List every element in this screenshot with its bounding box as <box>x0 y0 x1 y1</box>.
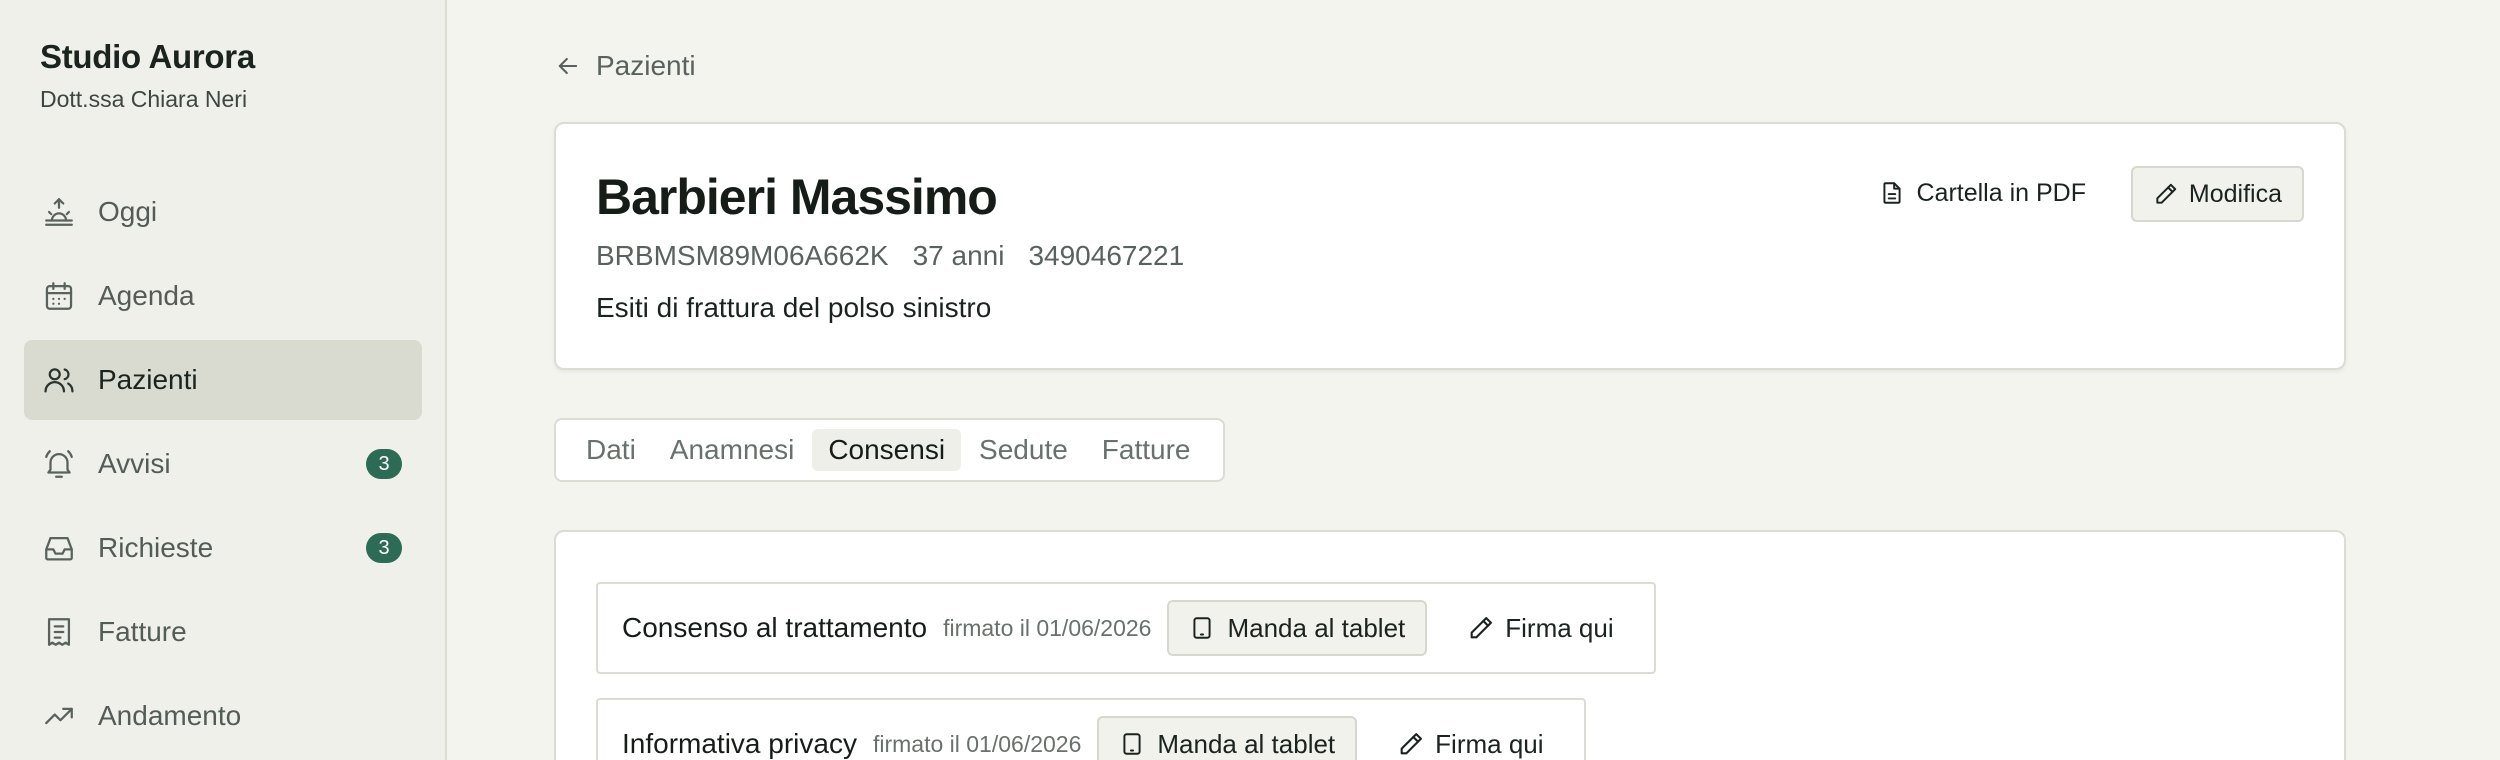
receipt-icon <box>42 615 76 649</box>
pencil-icon <box>1397 730 1425 758</box>
send-to-tablet-button[interactable]: Manda al tablet <box>1097 716 1358 760</box>
tablet-icon <box>1119 731 1145 757</box>
consent-row: Consenso al trattamento firmato il 01/06… <box>596 582 1656 674</box>
sidebar-item-label: Fatture <box>98 616 187 647</box>
sidebar-item-richieste[interactable]: Richieste 3 <box>24 508 422 588</box>
notification-badge: 3 <box>366 449 402 479</box>
sidebar-item-label: Richieste <box>98 532 214 563</box>
sidebar-nav: Oggi Agenda Pazienti Avvisi 3 Richieste … <box>24 172 422 760</box>
fiscal-code: BRBMSM89M06A662K <box>596 240 889 271</box>
tab-sedute[interactable]: Sedute <box>963 429 1084 471</box>
brand-name: Studio Aurora <box>40 38 255 75</box>
sunrise-icon <box>42 195 76 229</box>
tab-anamnesi[interactable]: Anamnesi <box>654 429 811 471</box>
back-to-patients-link[interactable]: Pazienti <box>554 50 696 82</box>
edit-patient-button[interactable]: Modifica <box>2130 166 2304 222</box>
send-to-tablet-button[interactable]: Manda al tablet <box>1167 600 1428 656</box>
export-pdf-label: Cartella in PDF <box>1916 178 2087 207</box>
patient-meta: BRBMSM89M06A662K 37 anni 3490467221 <box>596 240 1208 272</box>
calendar-icon <box>42 279 76 313</box>
patient-diagnosis: Esiti di frattura del polso sinistro <box>596 292 992 323</box>
sign-here-button[interactable]: Firma qui <box>1467 612 1614 644</box>
tablet-icon <box>1189 615 1215 641</box>
tab-consensi[interactable]: Consensi <box>812 429 962 471</box>
tab-dati[interactable]: Dati <box>570 429 652 471</box>
patient-header-card: Barbieri Massimo BRBMSM89M06A662K 37 ann… <box>554 122 2346 370</box>
consent-title: Informativa privacy <box>622 728 857 759</box>
send-to-tablet-label: Manda al tablet <box>1157 728 1336 759</box>
sidebar: Studio Aurora Dott.ssa Chiara Neri Oggi … <box>0 0 447 760</box>
pencil-icon <box>2153 181 2179 207</box>
sign-here-label: Firma qui <box>1435 728 1544 759</box>
sidebar-item-avvisi[interactable]: Avvisi 3 <box>24 424 422 504</box>
tab-fatture[interactable]: Fatture <box>1086 429 1207 471</box>
users-icon <box>42 363 76 397</box>
sidebar-item-label: Andamento <box>98 700 242 731</box>
notification-badge: 3 <box>366 533 402 563</box>
export-pdf-button[interactable]: Cartella in PDF <box>1879 168 2087 218</box>
sidebar-item-label: Avvisi <box>98 448 171 479</box>
patient-tabs: Dati Anamnesi Consensi Sedute Fatture <box>554 418 1225 482</box>
sign-here-button[interactable]: Firma qui <box>1397 728 1544 760</box>
patient-phone: 3490467221 <box>1028 240 1185 271</box>
consent-title: Consenso al trattamento <box>622 612 928 643</box>
sidebar-item-andamento[interactable]: Andamento <box>24 676 422 756</box>
sign-here-label: Firma qui <box>1505 612 1614 643</box>
sidebar-item-pazienti[interactable]: Pazienti <box>24 340 422 420</box>
consent-signed-date: firmato il 01/06/2026 <box>872 730 1082 757</box>
arrow-left-icon <box>554 52 582 80</box>
sidebar-item-oggi[interactable]: Oggi <box>24 172 422 252</box>
consent-row: Informativa privacy firmato il 01/06/202… <box>596 698 1586 760</box>
sidebar-item-label: Oggi <box>98 196 158 227</box>
doctor-name: Dott.ssa Chiara Neri <box>40 86 248 112</box>
file-text-icon <box>1879 180 1905 206</box>
patient-name: Barbieri Massimo <box>596 169 998 225</box>
sidebar-item-fatture[interactable]: Fatture <box>24 592 422 672</box>
inbox-icon <box>42 531 76 565</box>
trending-up-icon <box>42 699 76 733</box>
sidebar-item-label: Agenda <box>98 280 195 311</box>
sidebar-item-agenda[interactable]: Agenda <box>24 256 422 336</box>
consents-panel: Consenso al trattamento firmato il 01/06… <box>554 530 2346 760</box>
back-link-label: Pazienti <box>596 50 696 81</box>
send-to-tablet-label: Manda al tablet <box>1227 612 1406 643</box>
bell-icon <box>42 447 76 481</box>
consent-signed-date: firmato il 01/06/2026 <box>943 614 1152 641</box>
pencil-icon <box>1467 614 1495 642</box>
sidebar-item-label: Pazienti <box>98 364 198 395</box>
patient-age: 37 anni <box>912 240 1005 271</box>
edit-label: Modifica <box>2188 179 2282 208</box>
